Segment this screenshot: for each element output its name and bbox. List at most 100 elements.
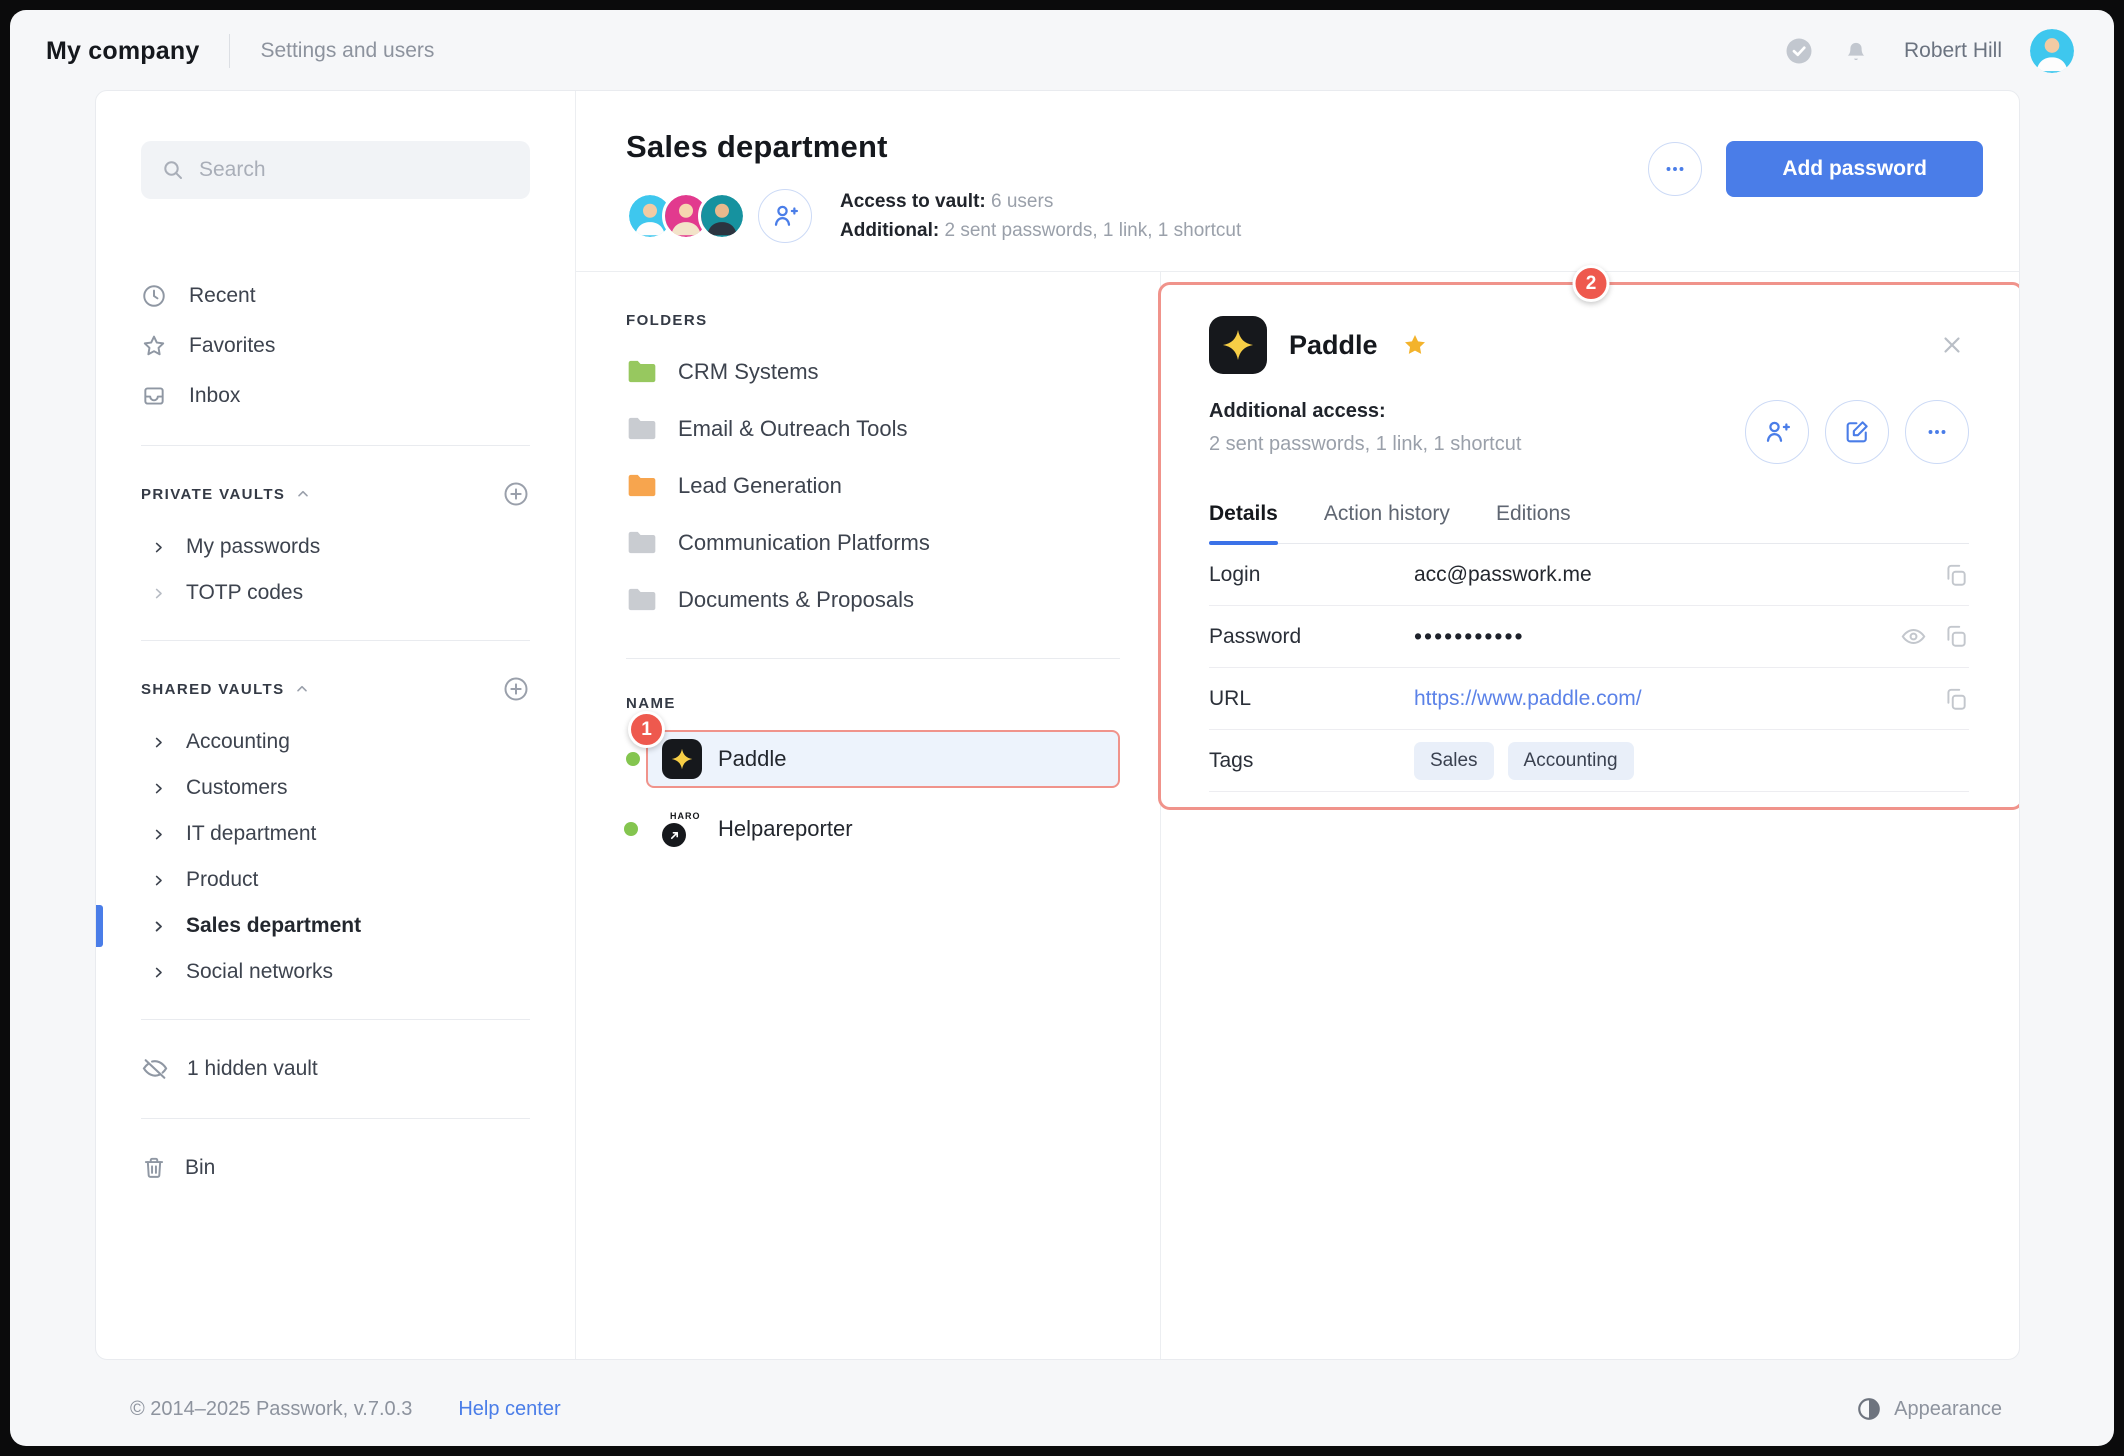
copyright-text: © 2014–2025 Passwork, v.7.0.3 bbox=[130, 1397, 413, 1420]
hidden-vault-item[interactable]: 1 hidden vault bbox=[141, 1044, 530, 1094]
status-dot bbox=[626, 752, 640, 766]
close-icon[interactable] bbox=[1935, 328, 1969, 362]
copy-icon[interactable] bbox=[1943, 623, 1969, 650]
copy-icon[interactable] bbox=[1943, 686, 1969, 712]
additional-access-value: 2 sent passwords, 1 link, 1 shortcut bbox=[1209, 433, 1522, 455]
folder-lead-generation[interactable]: Lead Generation bbox=[626, 457, 1120, 514]
help-center-link[interactable]: Help center bbox=[458, 1398, 560, 1421]
sidebar-item-recent[interactable]: Recent bbox=[141, 271, 530, 321]
password-field-row: Password ••••••••••• bbox=[1209, 606, 1969, 668]
sidebar-item-totp-codes[interactable]: TOTP codes bbox=[141, 570, 530, 616]
url-value[interactable]: https://www.paddle.com/ bbox=[1414, 687, 1943, 711]
section-label: SHARED VAULTS bbox=[141, 680, 285, 698]
vault-label: Sales department bbox=[186, 914, 362, 937]
vault-label: Accounting bbox=[186, 730, 290, 753]
folder-name: CRM Systems bbox=[678, 358, 819, 384]
chevron-right-icon[interactable] bbox=[151, 540, 166, 555]
copy-icon[interactable] bbox=[1943, 562, 1969, 588]
paddle-logo-icon bbox=[662, 739, 702, 779]
vault-label: TOTP codes bbox=[186, 581, 304, 604]
sidebar-item-my-passwords[interactable]: My passwords bbox=[141, 524, 530, 570]
sidebar-item-label: Inbox bbox=[189, 384, 241, 407]
search-box[interactable] bbox=[141, 141, 530, 199]
helpareporter-logo-icon: HARO bbox=[660, 809, 702, 849]
access-label: Access to vault: bbox=[840, 191, 986, 212]
more-options-button[interactable] bbox=[1905, 400, 1969, 464]
chevron-right-icon[interactable] bbox=[151, 919, 166, 934]
bin-label: Bin bbox=[185, 1156, 216, 1179]
folder-communication-platforms[interactable]: Communication Platforms bbox=[626, 514, 1120, 571]
bell-icon[interactable] bbox=[1842, 37, 1870, 65]
chevron-right-icon[interactable] bbox=[151, 586, 166, 601]
footer: © 2014–2025 Passwork, v.7.0.3 Help cente… bbox=[130, 1396, 2002, 1422]
company-name[interactable]: My company bbox=[46, 37, 199, 66]
user-avatar[interactable] bbox=[2030, 29, 2074, 73]
eye-icon[interactable] bbox=[1900, 623, 1927, 650]
paddle-logo-icon bbox=[1209, 316, 1267, 374]
check-circle-icon[interactable] bbox=[1784, 36, 1814, 66]
contrast-icon bbox=[1856, 1396, 1882, 1422]
tab-action-history[interactable]: Action history bbox=[1324, 502, 1450, 543]
status-dot bbox=[624, 822, 638, 836]
sidebar-item-inbox[interactable]: Inbox bbox=[141, 371, 530, 421]
add-password-button[interactable]: Add password bbox=[1726, 141, 1983, 197]
additional-value: 2 sent passwords, 1 link, 1 shortcut bbox=[944, 220, 1242, 241]
appearance-toggle[interactable]: Appearance bbox=[1856, 1396, 2002, 1422]
folder-icon bbox=[626, 358, 658, 385]
sidebar-item-social-networks[interactable]: Social networks bbox=[141, 949, 530, 995]
avatar[interactable] bbox=[698, 192, 746, 240]
chevron-right-icon[interactable] bbox=[151, 873, 166, 888]
tag-sales[interactable]: Sales bbox=[1414, 741, 1494, 780]
vault-label: Customers bbox=[186, 776, 288, 799]
access-value: 6 users bbox=[991, 191, 1054, 212]
settings-and-users-link[interactable]: Settings and users bbox=[260, 39, 434, 63]
chevron-right-icon[interactable] bbox=[151, 827, 166, 842]
sidebar-item-favorites[interactable]: Favorites bbox=[141, 321, 530, 371]
private-vaults-title[interactable]: PRIVATE VAULTS bbox=[141, 486, 311, 503]
tag-accounting[interactable]: Accounting bbox=[1507, 741, 1634, 780]
add-shared-vault-button[interactable] bbox=[502, 675, 530, 703]
folder-crm-systems[interactable]: CRM Systems bbox=[626, 343, 1120, 400]
folder-icon bbox=[626, 586, 658, 613]
folder-name: Communication Platforms bbox=[678, 529, 930, 555]
edit-button[interactable] bbox=[1825, 400, 1889, 464]
sidebar-item-accounting[interactable]: Accounting bbox=[141, 719, 530, 765]
login-value: acc@passwork.me bbox=[1414, 562, 1592, 586]
tab-editions[interactable]: Editions bbox=[1496, 502, 1571, 543]
bin-item[interactable]: Bin bbox=[141, 1143, 530, 1193]
user-name[interactable]: Robert Hill bbox=[1904, 39, 2002, 63]
password-value: ••••••••••• bbox=[1414, 623, 1525, 649]
sidebar-item-product[interactable]: Product bbox=[141, 857, 530, 903]
sidebar-item-sales-department[interactable]: Sales department bbox=[96, 903, 530, 949]
topbar-divider bbox=[229, 34, 231, 68]
chevron-right-icon[interactable] bbox=[151, 735, 166, 750]
password-row-paddle[interactable]: 1 Paddle bbox=[626, 711, 1120, 788]
section-label: PRIVATE VAULTS bbox=[141, 485, 286, 503]
star-icon bbox=[141, 333, 167, 359]
sidebar-item-customers[interactable]: Customers bbox=[141, 765, 530, 811]
folder-icon bbox=[626, 472, 658, 499]
sidebar-item-it-department[interactable]: IT department bbox=[141, 811, 530, 857]
folder-name: Lead Generation bbox=[678, 472, 842, 498]
add-private-vault-button[interactable] bbox=[502, 480, 530, 508]
main-card: Recent Favorites Inbox bbox=[95, 90, 2020, 1360]
login-label: Login bbox=[1209, 562, 1261, 586]
trash-icon bbox=[141, 1155, 167, 1181]
folder-email-outreach-tools[interactable]: Email & Outreach Tools bbox=[626, 400, 1120, 457]
share-access-button[interactable] bbox=[1745, 400, 1809, 464]
invite-user-button[interactable] bbox=[758, 189, 812, 243]
favorite-star-icon[interactable] bbox=[1402, 332, 1428, 358]
url-field-row: URL https://www.paddle.com/ bbox=[1209, 668, 1969, 730]
password-detail-panel: 2 Paddle Additional access: 2 sent passw… bbox=[1158, 265, 2019, 1359]
chevron-right-icon[interactable] bbox=[151, 965, 166, 980]
search-input[interactable] bbox=[199, 158, 510, 182]
tab-details[interactable]: Details bbox=[1209, 502, 1278, 545]
shared-vaults-title[interactable]: SHARED VAULTS bbox=[141, 681, 310, 698]
tags-label: Tags bbox=[1209, 748, 1254, 772]
folder-icon bbox=[626, 415, 658, 442]
password-row-helpareporter[interactable]: HARO Helpareporter bbox=[624, 800, 1120, 858]
chevron-right-icon[interactable] bbox=[151, 781, 166, 796]
folder-documents-proposals[interactable]: Documents & Proposals bbox=[626, 571, 1120, 628]
annotation-step-1: 1 bbox=[628, 711, 665, 748]
vault-more-button[interactable] bbox=[1648, 142, 1703, 196]
